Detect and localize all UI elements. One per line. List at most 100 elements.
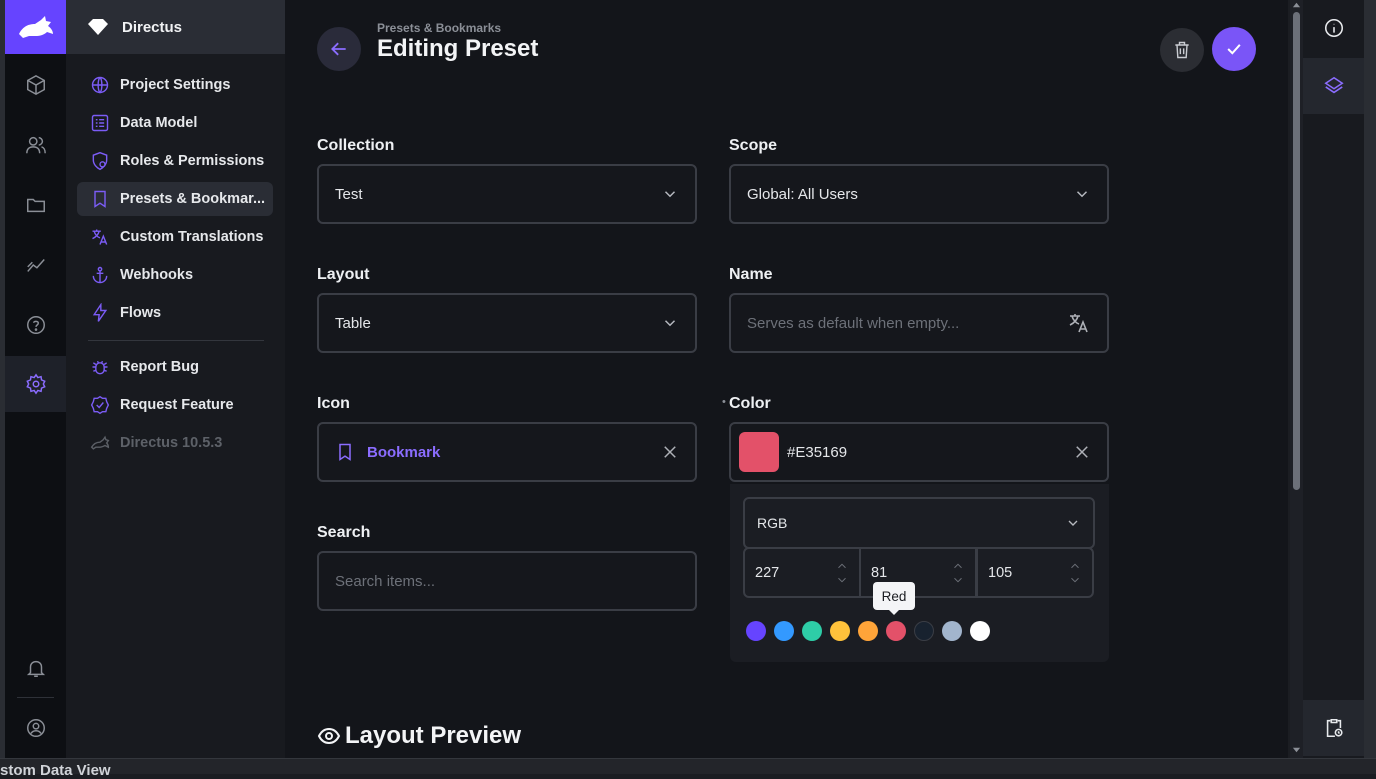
close-icon[interactable] <box>661 443 679 461</box>
nav-item-request-feature[interactable]: Request Feature <box>77 388 273 422</box>
layout-options-button[interactable] <box>1303 58 1364 114</box>
clipboard-icon <box>1326 718 1343 738</box>
module-bar <box>5 0 66 758</box>
version-info: Directus 10.5.3 <box>77 426 273 460</box>
chevron-up-icon[interactable] <box>835 559 849 573</box>
preset-color-swatch[interactable] <box>886 621 906 641</box>
help-module-icon[interactable] <box>5 297 66 353</box>
background-window-strip: stom Data View <box>0 758 1376 779</box>
page-title: Editing Preset <box>377 35 539 62</box>
preset-color-swatch[interactable] <box>914 621 934 641</box>
nav-item-presets-bookmarks[interactable]: Presets & Bookmar... <box>77 182 273 216</box>
nav-item-flows[interactable]: Flows <box>77 296 273 330</box>
stepper[interactable] <box>951 559 965 587</box>
app-window: Directus Project Settings Data Model Rol… <box>0 0 1376 779</box>
chevron-down-icon[interactable] <box>1068 573 1082 587</box>
preset-color-swatch[interactable] <box>774 621 794 641</box>
nav-item-label: Report Bug <box>120 359 199 375</box>
nav-item-webhooks[interactable]: Webhooks <box>77 258 273 292</box>
search-placeholder: Search items... <box>335 572 436 590</box>
stepper[interactable] <box>1068 559 1082 587</box>
user-avatar-icon[interactable] <box>5 700 66 756</box>
shield-icon <box>92 151 108 171</box>
clipboard-button[interactable] <box>1303 700 1364 756</box>
info-icon <box>1324 18 1343 38</box>
nav-item-label: Webhooks <box>120 267 194 283</box>
check-icon <box>1227 44 1241 55</box>
directus-logo[interactable] <box>5 0 66 54</box>
anchor-icon <box>92 266 108 284</box>
layout-value: Table <box>335 314 371 332</box>
collection-value: Test <box>335 185 363 203</box>
nav-item-report-bug[interactable]: Report Bug <box>77 350 273 384</box>
arrow-left-icon <box>331 42 346 56</box>
bookmark-icon <box>94 190 106 208</box>
chevron-down-icon <box>1076 191 1088 198</box>
bell-icon[interactable] <box>5 640 66 696</box>
color-mode-select[interactable]: RGB <box>743 497 1095 549</box>
name-label: Name <box>729 266 773 283</box>
settings-module-icon[interactable] <box>5 356 66 412</box>
save-button[interactable] <box>1212 27 1256 71</box>
scroll-down-icon[interactable] <box>1292 745 1301 754</box>
scroll-thumb[interactable] <box>1293 12 1300 490</box>
color-label: Color <box>729 395 771 412</box>
red-channel-input[interactable]: 227 <box>743 547 861 598</box>
project-header[interactable]: Directus <box>66 0 285 54</box>
search-input[interactable]: Search items... <box>317 551 697 611</box>
nav-item-data-model[interactable]: Data Model <box>77 106 273 140</box>
breadcrumb[interactable]: Presets & Bookmarks <box>377 21 501 35</box>
nav-item-label: Flows <box>120 305 162 321</box>
stepper[interactable] <box>835 559 849 587</box>
chevron-down-icon[interactable] <box>951 573 965 587</box>
settings-navigation: Directus Project Settings Data Model Rol… <box>66 0 285 758</box>
preset-color-swatch[interactable] <box>858 621 878 641</box>
chevron-up-icon[interactable] <box>1068 559 1082 573</box>
nav-item-custom-translations[interactable]: Custom Translations <box>77 220 273 254</box>
users-module-icon[interactable] <box>5 117 66 173</box>
module-divider <box>17 697 54 698</box>
layout-select[interactable]: Table <box>317 293 697 353</box>
collection-select[interactable]: Test <box>317 164 697 224</box>
layout-preview-title: Layout Preview <box>345 722 522 749</box>
color-mode-value: RGB <box>757 515 788 531</box>
info-button[interactable] <box>1303 0 1364 56</box>
nav-item-project-settings[interactable]: Project Settings <box>77 68 273 102</box>
required-dot: • <box>722 396 726 408</box>
translate-icon[interactable] <box>1067 311 1091 335</box>
nav-item-roles-permissions[interactable]: Roles & Permissions <box>77 144 273 178</box>
rabbit-logo-icon <box>18 16 53 38</box>
content-module-icon[interactable] <box>5 57 66 113</box>
project-logo-icon <box>88 19 108 35</box>
blue-channel-input[interactable]: 105 <box>976 547 1094 598</box>
right-edge <box>1364 0 1376 758</box>
back-button[interactable] <box>317 27 361 71</box>
icon-select[interactable]: Bookmark <box>317 422 697 482</box>
nav-divider <box>88 340 264 341</box>
nav-item-label: Data Model <box>120 115 198 131</box>
list-icon <box>91 114 109 132</box>
close-icon[interactable] <box>1073 443 1091 461</box>
preset-color-swatch[interactable] <box>746 621 766 641</box>
name-input[interactable]: Serves as default when empty... <box>729 293 1109 353</box>
color-input[interactable]: #E35169 <box>729 422 1109 482</box>
delete-button[interactable] <box>1160 28 1204 72</box>
chevron-up-icon[interactable] <box>951 559 965 573</box>
insights-module-icon[interactable] <box>5 237 66 293</box>
preset-color-swatch[interactable] <box>830 621 850 641</box>
bug-icon <box>92 360 108 375</box>
chevron-down-icon[interactable] <box>835 573 849 587</box>
nav-item-label: Request Feature <box>120 397 234 413</box>
color-swatch[interactable] <box>739 432 779 472</box>
collection-label: Collection <box>317 137 395 154</box>
preset-color-swatch[interactable] <box>942 621 962 641</box>
scope-label: Scope <box>729 137 778 154</box>
preset-color-swatch[interactable] <box>970 621 990 641</box>
color-tooltip: Red <box>873 582 915 615</box>
files-module-icon[interactable] <box>5 177 66 233</box>
scrollbar[interactable] <box>1290 0 1303 758</box>
scope-select[interactable]: Global: All Users <box>729 164 1109 224</box>
scroll-up-icon[interactable] <box>1292 1 1301 10</box>
preset-color-swatch[interactable] <box>802 621 822 641</box>
chevron-down-icon <box>664 320 676 327</box>
